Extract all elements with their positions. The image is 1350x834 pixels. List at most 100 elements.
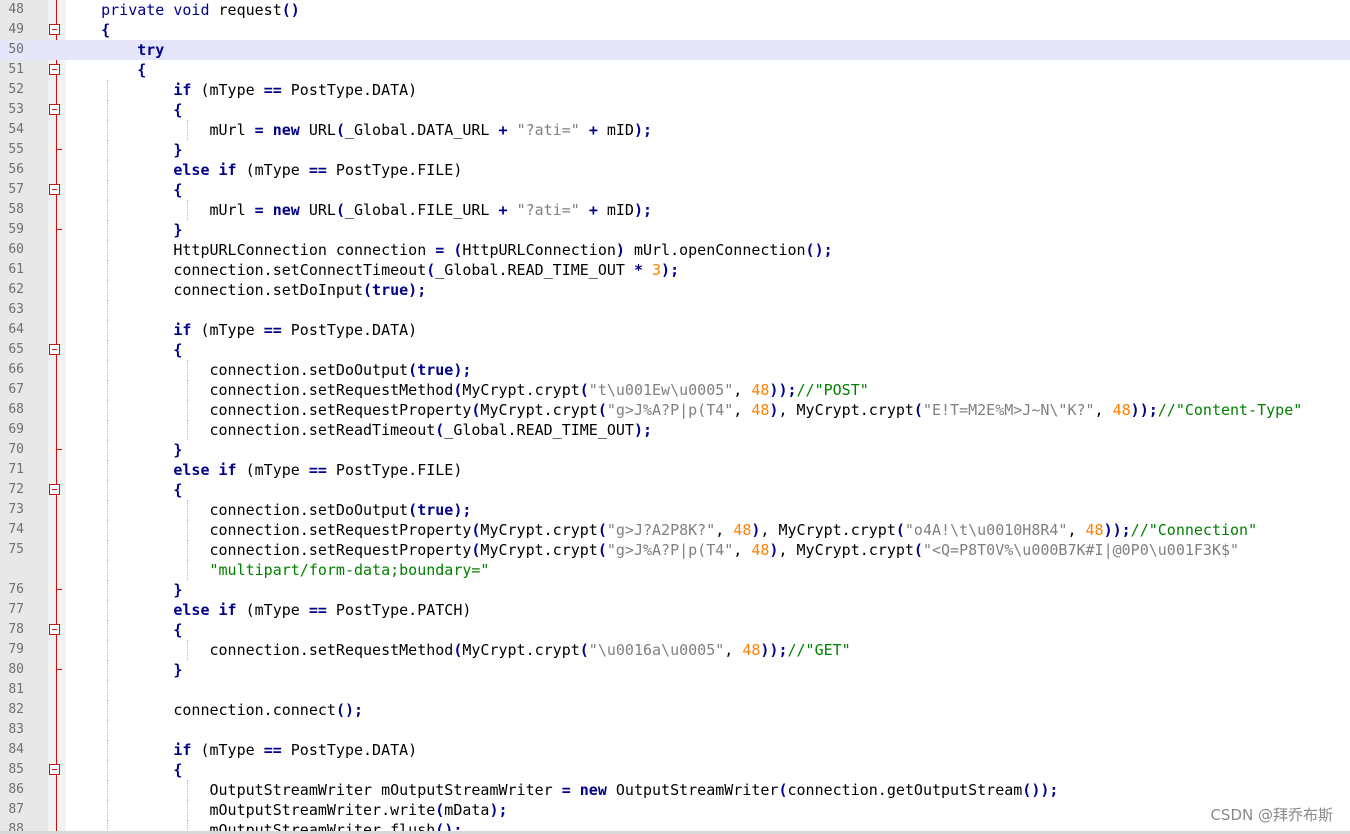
fold-collapse-icon[interactable] — [49, 344, 60, 355]
code-text[interactable]: "multipart/form-data;boundary=" — [65, 560, 490, 580]
code-line[interactable]: 84 if (mType == PostType.DATA) — [0, 740, 1350, 760]
code-text[interactable]: if (mType == PostType.DATA) — [65, 740, 417, 760]
code-line[interactable]: 70 } — [0, 440, 1350, 460]
code-text[interactable]: } — [65, 660, 182, 680]
code-line[interactable]: 69 connection.setReadTimeout(_Global.REA… — [0, 420, 1350, 440]
code-text[interactable]: connection.setConnectTimeout(_Global.REA… — [65, 260, 679, 280]
code-line[interactable]: 54 mUrl = new URL(_Global.DATA_URL + "?a… — [0, 120, 1350, 140]
code-line[interactable]: 78 { — [0, 620, 1350, 640]
code-text[interactable]: connection.setRequestProperty(MyCrypt.cr… — [65, 540, 1239, 560]
code-line[interactable]: 64 if (mType == PostType.DATA) — [0, 320, 1350, 340]
code-text[interactable]: mUrl = new URL(_Global.DATA_URL + "?ati=… — [65, 120, 652, 140]
fold-collapse-icon[interactable] — [49, 64, 60, 75]
code-text[interactable]: HttpURLConnection connection = (HttpURLC… — [65, 240, 832, 260]
code-token: "E!T=M2E%M>J~N\"K?" — [922, 401, 1095, 419]
code-text[interactable]: } — [65, 440, 182, 460]
code-token: (mType — [236, 161, 309, 179]
code-text[interactable]: { — [65, 60, 146, 80]
fold-collapse-icon[interactable] — [49, 484, 60, 495]
code-line[interactable]: 59 } — [0, 220, 1350, 240]
code-text[interactable]: connection.setDoOutput(true); — [65, 500, 471, 520]
code-line[interactable]: 67 connection.setRequestMethod(MyCrypt.c… — [0, 380, 1350, 400]
code-text[interactable]: private void request() — [65, 0, 300, 20]
code-text[interactable]: connection.setDoInput(true); — [65, 280, 426, 300]
code-line[interactable]: 48 private void request() — [0, 0, 1350, 20]
code-line[interactable]: 81 — [0, 680, 1350, 700]
code-text[interactable]: { — [65, 620, 182, 640]
code-line[interactable]: "multipart/form-data;boundary=" — [0, 560, 1350, 580]
code-text[interactable]: { — [65, 760, 182, 780]
line-number: 85 — [8, 762, 24, 777]
code-line[interactable]: 73 connection.setDoOutput(true); — [0, 500, 1350, 520]
code-line[interactable]: 83 — [0, 720, 1350, 740]
code-editor[interactable]: 48 private void request() 49 {50 try 51 {5… — [0, 0, 1350, 834]
code-line[interactable]: 86 OutputStreamWriter mOutputStreamWrite… — [0, 780, 1350, 800]
code-text[interactable]: mUrl = new URL(_Global.FILE_URL + "?ati=… — [65, 200, 652, 220]
code-line[interactable]: 55 } — [0, 140, 1350, 160]
code-line[interactable]: 49 { — [0, 20, 1350, 40]
code-text[interactable]: connection.connect(); — [65, 700, 363, 720]
code-text[interactable]: { — [65, 180, 182, 200]
code-text[interactable]: else if (mType == PostType.FILE) — [65, 160, 462, 180]
code-text[interactable]: } — [65, 140, 182, 160]
code-line[interactable]: 62 connection.setDoInput(true); — [0, 280, 1350, 300]
code-text[interactable]: connection.setReadTimeout(_Global.READ_T… — [65, 420, 652, 440]
code-text[interactable]: } — [65, 580, 182, 600]
code-token: PostType.DATA) — [281, 321, 418, 339]
fold-collapse-icon[interactable] — [49, 624, 60, 635]
code-text[interactable]: } — [65, 220, 182, 240]
code-line[interactable]: 63 — [0, 300, 1350, 320]
code-text[interactable]: { — [65, 20, 110, 40]
code-line[interactable]: 57 { — [0, 180, 1350, 200]
code-text[interactable]: { — [65, 340, 182, 360]
code-text[interactable]: connection.setRequestProperty(MyCrypt.cr… — [65, 400, 1302, 420]
code-token: (mType — [236, 601, 309, 619]
code-line[interactable]: 79 connection.setRequestMethod(MyCrypt.c… — [0, 640, 1350, 660]
code-line[interactable]: 65 { — [0, 340, 1350, 360]
code-text[interactable]: else if (mType == PostType.PATCH) — [65, 600, 471, 620]
code-token: OutputStreamWriter mOutputStreamWriter — [65, 781, 562, 799]
code-text[interactable]: connection.setDoOutput(true); — [65, 360, 471, 380]
code-text[interactable]: connection.setRequestProperty(MyCrypt.cr… — [65, 520, 1257, 540]
code-line[interactable]: 58 mUrl = new URL(_Global.FILE_URL + "?a… — [0, 200, 1350, 220]
code-token: 48 — [751, 401, 770, 419]
code-line[interactable]: 50 try — [0, 40, 1350, 60]
code-line[interactable]: 53 { — [0, 100, 1350, 120]
code-line[interactable]: 52 if (mType == PostType.DATA) — [0, 80, 1350, 100]
code-line[interactable]: 87 mOutputStreamWriter.write(mData); — [0, 800, 1350, 820]
code-line[interactable]: 74 connection.setRequestProperty(MyCrypt… — [0, 520, 1350, 540]
code-text[interactable]: OutputStreamWriter mOutputStreamWriter =… — [65, 780, 1058, 800]
code-token: == — [308, 161, 327, 179]
fold-collapse-icon[interactable] — [49, 24, 60, 35]
code-line[interactable]: 56 else if (mType == PostType.FILE) — [0, 160, 1350, 180]
code-line[interactable]: 75 connection.setRequestProperty(MyCrypt… — [0, 540, 1350, 560]
code-text[interactable]: else if (mType == PostType.FILE) — [65, 460, 462, 480]
code-text[interactable]: try — [65, 40, 164, 60]
code-line[interactable]: 82 connection.connect(); — [0, 700, 1350, 720]
code-text[interactable]: connection.setRequestMethod(MyCrypt.cryp… — [65, 640, 850, 660]
code-line[interactable]: 76 } — [0, 580, 1350, 600]
fold-collapse-icon[interactable] — [49, 184, 60, 195]
code-text[interactable]: { — [65, 100, 182, 120]
code-text[interactable]: mOutputStreamWriter.write(mData); — [65, 800, 507, 820]
code-line[interactable]: 72 { — [0, 480, 1350, 500]
code-text[interactable]: { — [65, 480, 182, 500]
code-token: { — [173, 761, 183, 779]
code-line[interactable]: 51 { — [0, 60, 1350, 80]
code-line[interactable]: 80 } — [0, 660, 1350, 680]
code-text[interactable]: if (mType == PostType.DATA) — [65, 320, 417, 340]
code-line[interactable]: 61 connection.setConnectTimeout(_Global.… — [0, 260, 1350, 280]
code-text[interactable]: connection.setRequestMethod(MyCrypt.cryp… — [65, 380, 868, 400]
code-line[interactable]: 85 { — [0, 760, 1350, 780]
fold-collapse-icon[interactable] — [49, 764, 60, 775]
code-text[interactable]: if (mType == PostType.DATA) — [65, 80, 417, 100]
code-line[interactable]: 60 HttpURLConnection connection = (HttpU… — [0, 240, 1350, 260]
code-line[interactable]: 68 connection.setRequestProperty(MyCrypt… — [0, 400, 1350, 420]
fold-collapse-icon[interactable] — [49, 104, 60, 115]
code-line[interactable]: 66 connection.setDoOutput(true); — [0, 360, 1350, 380]
code-line[interactable]: 77 else if (mType == PostType.PATCH) — [0, 600, 1350, 620]
code-line[interactable]: 71 else if (mType == PostType.FILE) — [0, 460, 1350, 480]
code-token: == — [308, 601, 327, 619]
line-number: 66 — [8, 362, 24, 377]
